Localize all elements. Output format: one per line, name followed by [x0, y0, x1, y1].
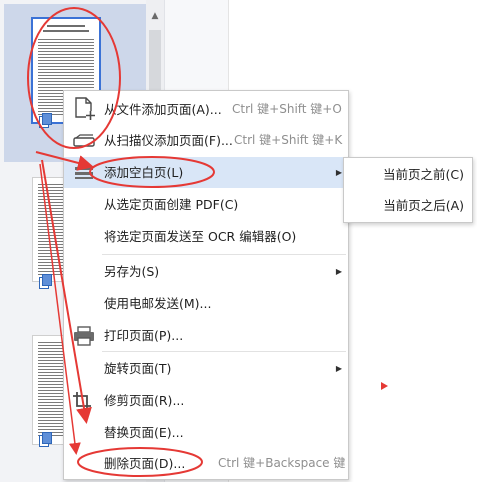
- add-page-icon: [75, 97, 95, 120]
- crop-icon: [73, 392, 91, 410]
- menu-item-label: 另存为(S): [104, 264, 160, 279]
- menu-item-label: 将选定页面发送至 OCR 编辑器(O): [104, 229, 297, 244]
- page-stack-icon: [39, 274, 52, 289]
- submenu-item-label: 当前页之后(A): [383, 198, 464, 213]
- menu-item-label: 从选定页面创建 PDF(C): [104, 197, 239, 212]
- scroll-up-arrow-icon[interactable]: ▲: [148, 10, 162, 22]
- submenu-arrow-icon: ▶: [335, 267, 342, 276]
- menu-item-replace-page[interactable]: 替换页面(E)...: [64, 417, 348, 448]
- menu-item-label: 添加空白页(L): [104, 165, 184, 180]
- thumbnail-title-line: [43, 30, 89, 32]
- menu-item-send-email[interactable]: 使用电邮发送(M)...: [64, 288, 348, 319]
- blank-page-stack-icon: [75, 167, 93, 179]
- menu-item-label: 删除页面(D)...: [104, 456, 186, 471]
- menu-item-delete-page[interactable]: 删除页面(D)... Ctrl 键+Backspace 键: [64, 448, 348, 479]
- add-blank-page-submenu: 当前页之前(C) 当前页之后(A): [343, 157, 473, 223]
- menu-item-print-page[interactable]: 打印页面(P)...: [64, 320, 348, 351]
- page-context-menu: 从文件添加页面(A)... Ctrl 键+Shift 键+O 从扫描仪添加页面(…: [63, 90, 349, 480]
- menu-item-label: 替换页面(E)...: [104, 425, 184, 440]
- red-marker-icon: [381, 382, 388, 390]
- menu-item-shortcut: Ctrl 键+Backspace 键: [218, 456, 346, 470]
- thumbnail-title-line: [47, 25, 85, 27]
- menu-separator: [102, 351, 346, 352]
- printer-icon: [74, 326, 94, 346]
- scanner-icon: [73, 134, 95, 147]
- menu-item-label: 从扫描仪添加页面(F)...: [104, 133, 233, 148]
- menu-item-save-as[interactable]: 另存为(S) ▶: [64, 256, 348, 287]
- submenu-arrow-icon: ▶: [335, 364, 342, 373]
- submenu-item-before-current[interactable]: 当前页之前(C): [344, 160, 472, 190]
- menu-item-add-from-scanner[interactable]: 从扫描仪添加页面(F)... Ctrl 键+Shift 键+K: [64, 125, 348, 156]
- page-stack-icon: [39, 113, 52, 128]
- menu-item-label: 使用电邮发送(M)...: [104, 296, 212, 311]
- menu-item-label: 从文件添加页面(A)...: [104, 102, 222, 117]
- menu-item-rotate-page[interactable]: 旋转页面(T) ▶: [64, 353, 348, 384]
- menu-item-shortcut: Ctrl 键+Shift 键+O: [232, 102, 342, 116]
- menu-item-crop-page[interactable]: 修剪页面(R)...: [64, 385, 348, 416]
- menu-item-shortcut: Ctrl 键+Shift 键+K: [234, 133, 343, 147]
- page-stack-icon: [39, 432, 52, 447]
- menu-item-label: 修剪页面(R)...: [104, 393, 185, 408]
- submenu-arrow-icon: ▶: [335, 168, 342, 177]
- menu-item-create-pdf[interactable]: 从选定页面创建 PDF(C): [64, 189, 348, 220]
- menu-item-label: 打印页面(P)...: [104, 328, 184, 343]
- menu-item-add-blank-page[interactable]: 添加空白页(L) ▶: [64, 157, 348, 188]
- menu-item-add-from-file[interactable]: 从文件添加页面(A)... Ctrl 键+Shift 键+O: [64, 94, 348, 125]
- submenu-item-after-current[interactable]: 当前页之后(A): [344, 191, 472, 221]
- submenu-item-label: 当前页之前(C): [383, 167, 464, 182]
- menu-item-send-to-ocr[interactable]: 将选定页面发送至 OCR 编辑器(O): [64, 221, 348, 252]
- menu-item-label: 旋转页面(T): [104, 361, 172, 376]
- menu-separator: [102, 254, 346, 255]
